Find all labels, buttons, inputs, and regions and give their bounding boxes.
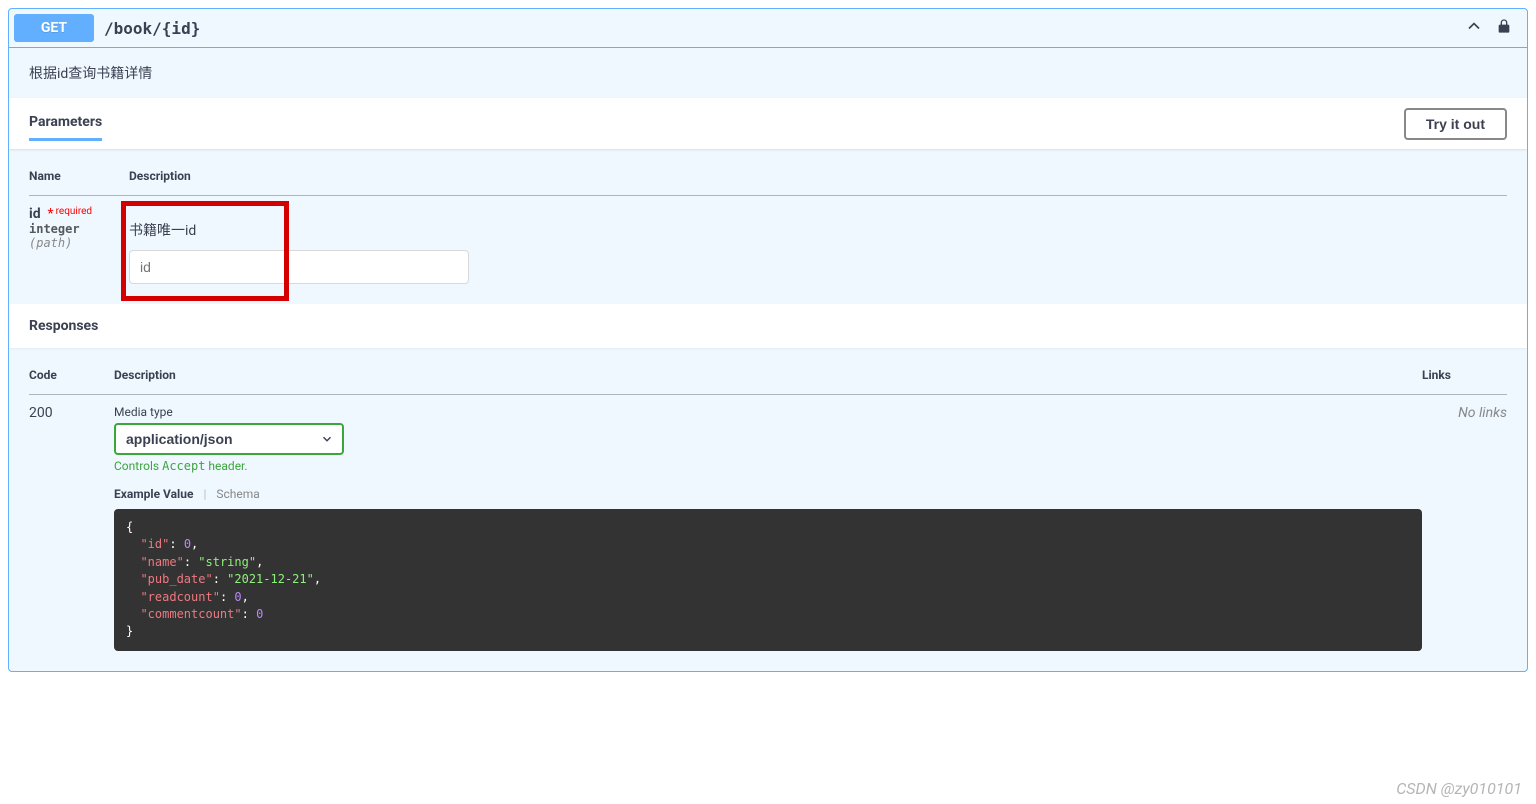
endpoint-path: /book/{id} <box>94 19 1464 38</box>
http-method-badge: GET <box>14 14 94 42</box>
param-name: id <box>29 206 41 222</box>
tab-schema[interactable]: Schema <box>216 487 259 501</box>
resp-header-description: Description <box>114 368 1422 395</box>
summary-actions <box>1464 16 1522 40</box>
example-code-block: { "id": 0, "name": "string", "pub_date":… <box>114 509 1422 651</box>
tab-example-value[interactable]: Example Value <box>114 487 193 501</box>
required-label: required <box>54 206 92 217</box>
responses-header: Responses <box>9 304 1527 348</box>
response-row: 200 Media type application/json Controls… <box>29 395 1507 651</box>
operation-summary[interactable]: GET /book/{id} <box>9 9 1527 48</box>
param-header-name: Name <box>29 169 129 196</box>
parameter-row: id *required integer (path) 书籍唯一id <box>29 196 1507 285</box>
parameters-body: Name Description id *required integer (p… <box>9 149 1527 304</box>
tab-parameters[interactable]: Parameters <box>29 106 102 141</box>
try-it-out-button[interactable]: Try it out <box>1404 108 1507 140</box>
operation-block: GET /book/{id} 根据id查询书籍详情 Parameters Try… <box>8 8 1528 672</box>
param-description: 书籍唯一id <box>129 206 1507 250</box>
param-type: integer <box>29 222 129 236</box>
chevron-up-icon[interactable] <box>1464 16 1484 40</box>
accept-header-hint: Controls Accept header. <box>114 459 1422 473</box>
resp-header-links: Links <box>1422 368 1507 395</box>
divider-icon: | <box>203 487 206 501</box>
parameters-header: Parameters Try it out <box>9 98 1527 149</box>
param-header-description: Description <box>129 169 1507 196</box>
param-in: (path) <box>29 236 129 250</box>
no-links-label: No links <box>1458 405 1507 421</box>
response-code: 200 <box>29 395 114 651</box>
media-type-label: Media type <box>114 405 1422 419</box>
media-type-select[interactable]: application/json <box>114 423 344 455</box>
operation-description: 根据id查询书籍详情 <box>9 48 1527 98</box>
param-input[interactable] <box>129 250 469 284</box>
required-star-icon: * <box>44 206 54 222</box>
watermark: CSDN @zy010101 <box>1396 779 1522 798</box>
responses-body: Code Description Links 200 Media type ap… <box>9 348 1527 671</box>
resp-header-code: Code <box>29 368 114 395</box>
lock-icon[interactable] <box>1496 17 1512 40</box>
